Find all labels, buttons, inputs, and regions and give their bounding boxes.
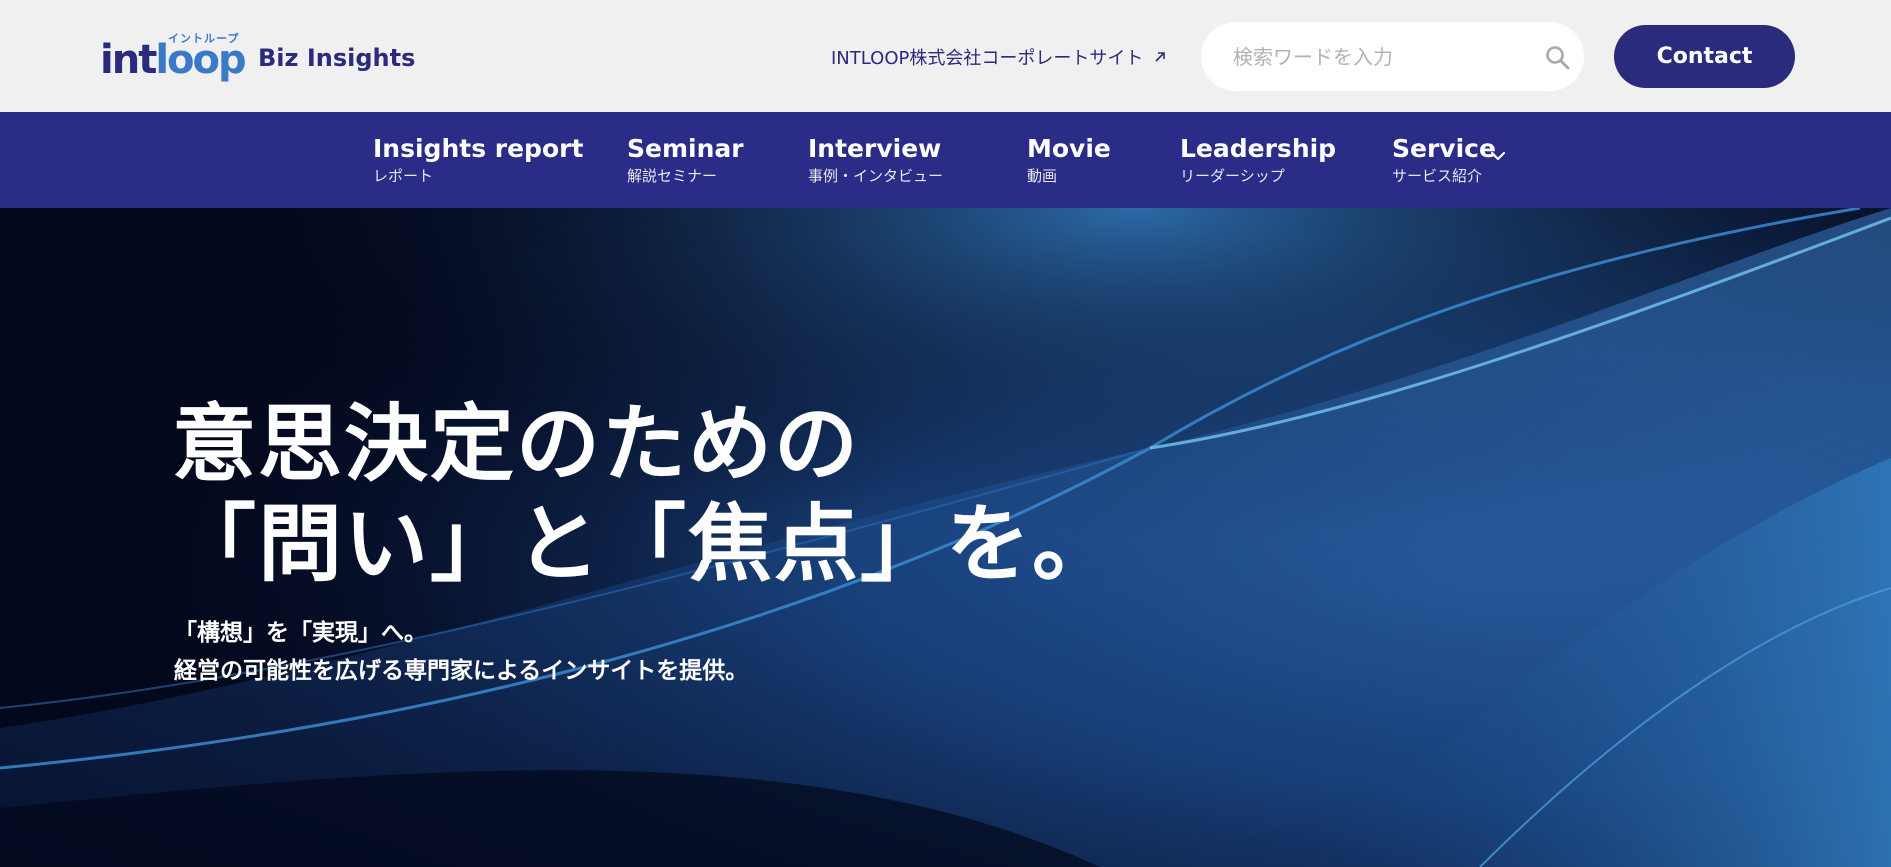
hero-subtitle: 「構想」を「実現」へ。 経営の可能性を広げる専門家によるインサイトを提供。	[174, 614, 748, 690]
nav-item-sublabel: 動画	[1027, 167, 1058, 185]
search-input[interactable]	[1233, 38, 1523, 76]
nav-item-leadership[interactable]: Leadership リーダーシップ	[1180, 134, 1336, 186]
site-header: イントループ intloop Biz Insights INTLOOP株式会社コ…	[0, 0, 1891, 112]
nav-item-sublabel: 解説セミナー	[627, 167, 718, 185]
nav-item-sublabel: レポート	[373, 167, 434, 185]
hero-section: 意思決定のための 「問い」と「焦点」を。 「構想」を「実現」へ。 経営の可能性を…	[0, 208, 1891, 867]
hero-subtitle-line-1: 「構想」を「実現」へ。	[174, 620, 427, 646]
hero-title: 意思決定のための 「問い」と「焦点」を。	[172, 394, 1118, 594]
hero-title-line-1: 意思決定のための	[172, 395, 861, 493]
nav-item-label: Service	[1392, 134, 1496, 163]
logo-word-int: int	[100, 37, 157, 83]
nav-item-label: Seminar	[627, 134, 744, 163]
corporate-site-link[interactable]: INTLOOP株式会社コーポレートサイト	[831, 44, 1167, 70]
nav-item-seminar[interactable]: Seminar 解説セミナー	[627, 134, 744, 186]
hero-title-line-2: 「問い」と「焦点」を。	[172, 495, 1119, 593]
main-nav: Insights report レポート Seminar 解説セミナー Inte…	[0, 112, 1891, 208]
nav-item-label: Interview	[808, 134, 942, 163]
chevron-down-icon[interactable]	[1490, 150, 1506, 162]
corporate-site-link-label: INTLOOP株式会社コーポレートサイト	[831, 48, 1144, 69]
nav-item-movie[interactable]: Movie 動画	[1027, 134, 1111, 186]
intloop-logo[interactable]: イントループ intloop	[100, 30, 247, 84]
nav-item-service[interactable]: Service サービス紹介	[1392, 134, 1496, 186]
nav-item-interview[interactable]: Interview 事例・インタビュー	[808, 134, 943, 186]
nav-item-sublabel: リーダーシップ	[1180, 167, 1285, 185]
nav-item-label: Insights report	[373, 134, 584, 163]
nav-item-label: Movie	[1027, 134, 1111, 163]
nav-item-sublabel: サービス紹介	[1392, 167, 1483, 185]
search-box	[1201, 22, 1584, 91]
nav-item-sublabel: 事例・インタビュー	[808, 167, 944, 185]
nav-item-label: Leadership	[1180, 134, 1337, 163]
nav-item-insights-report[interactable]: Insights report レポート	[373, 134, 583, 186]
site-title[interactable]: Biz Insights	[258, 44, 415, 72]
hero-subtitle-line-2: 経営の可能性を広げる専門家によるインサイトを提供。	[174, 658, 749, 684]
external-link-icon	[1155, 52, 1166, 62]
logo-wordmark: intloop	[100, 36, 247, 84]
logo-word-loop: loop	[155, 37, 246, 83]
contact-button[interactable]: Contact	[1614, 25, 1795, 88]
search-icon[interactable]	[1545, 45, 1571, 71]
